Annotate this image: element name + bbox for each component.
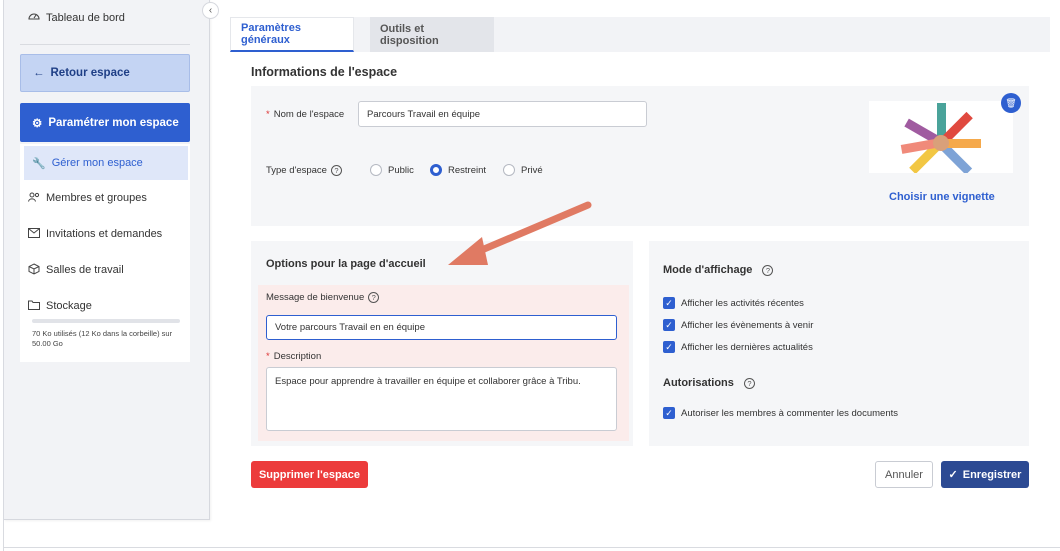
help-icon[interactable]: ? xyxy=(368,292,380,303)
annotation-arrow xyxy=(448,201,592,265)
permissions-title: Autorisations ? xyxy=(663,377,755,389)
space-thumbnail[interactable] xyxy=(869,101,1013,175)
space-info-title: Informations de l'espace xyxy=(251,65,398,79)
space-name-input[interactable]: Parcours Travail en équipe xyxy=(358,101,647,127)
checkbox-checked: ✓ xyxy=(663,319,675,331)
radio-public[interactable]: Public xyxy=(370,164,414,176)
check-icon: ✓ xyxy=(948,469,958,481)
display-mode-title: Mode d'affichage ? xyxy=(663,264,774,276)
radio-private[interactable]: Privé xyxy=(503,164,543,176)
sidebar-item-invitations[interactable]: Invitations et demandes xyxy=(20,217,190,251)
space-name-label: * Nom de l'espace xyxy=(266,109,345,120)
radio-circle-selected xyxy=(430,164,442,176)
trash-icon: 🗑 xyxy=(1005,97,1017,108)
delete-space-button[interactable]: Supprimer l'espace xyxy=(251,461,368,488)
option-latest-news[interactable]: ✓ Afficher les dernières actualités xyxy=(663,341,813,353)
dashboard-label: Tableau de bord xyxy=(46,11,125,24)
cube-icon xyxy=(28,262,40,278)
sidebar-item-label: Gérer mon espace xyxy=(51,157,143,169)
space-type-label: Type d'espace ? xyxy=(266,165,342,176)
sidebar-item-label: Stockage xyxy=(46,300,92,312)
welcome-message-input[interactable]: Votre parcours Travail en en équipe xyxy=(266,315,617,340)
sidebar-divider xyxy=(20,44,190,45)
back-button[interactable]: ← Retour espace xyxy=(20,54,190,92)
help-icon[interactable]: ? xyxy=(743,377,755,389)
back-label: Retour espace xyxy=(50,67,130,79)
dashboard-link[interactable]: Tableau de bord xyxy=(28,10,125,25)
checkbox-checked: ✓ xyxy=(663,297,675,309)
option-allow-comments[interactable]: ✓ Autoriser les membres à commenter les d… xyxy=(663,407,898,419)
checkbox-checked: ✓ xyxy=(663,407,675,419)
cancel-button[interactable]: Annuler xyxy=(875,461,933,488)
sidebar-item-rooms[interactable]: Salles de travail xyxy=(20,253,190,287)
choose-thumbnail-link[interactable]: Choisir une vignette xyxy=(889,191,995,203)
users-icon xyxy=(28,192,40,205)
checkbox-checked: ✓ xyxy=(663,341,675,353)
bottom-border xyxy=(3,547,1060,548)
configure-space-button[interactable]: ⚙ Paramétrer mon espace xyxy=(20,103,190,142)
hands-illustration xyxy=(900,103,981,175)
radio-restricted[interactable]: Restreint xyxy=(430,164,486,176)
storage-progress xyxy=(32,319,180,323)
configure-label: Paramétrer mon espace xyxy=(48,116,179,129)
option-recent-activities[interactable]: ✓ Afficher les activités récentes xyxy=(663,297,804,309)
sidebar-item-label: Salles de travail xyxy=(46,264,124,276)
sidebar-item-storage[interactable]: Stockage xyxy=(20,289,190,323)
storage-usage-text: 70 Ko utilisés (12 Ko dans la corbeille)… xyxy=(32,329,173,348)
dashboard-icon xyxy=(28,10,40,25)
wrench-icon: 🔧 xyxy=(32,157,46,170)
gear-icon: ⚙ xyxy=(32,117,43,130)
save-button[interactable]: ✓ Enregistrer xyxy=(941,461,1029,488)
delete-thumbnail-button[interactable]: 🗑 xyxy=(1001,93,1021,113)
help-icon[interactable]: ? xyxy=(762,264,774,276)
sidebar-item-members[interactable]: Membres et groupes xyxy=(20,181,190,215)
collapse-sidebar-button[interactable]: ‹ xyxy=(202,2,219,19)
sidebar-item-label: Invitations et demandes xyxy=(46,228,163,240)
radio-circle xyxy=(370,164,382,176)
option-upcoming-events[interactable]: ✓ Afficher les évènements à venir xyxy=(663,319,813,331)
tab-tools-layout[interactable]: Outils et disposition xyxy=(370,17,494,52)
help-icon[interactable]: ? xyxy=(330,165,342,176)
sidebar-item-manage[interactable]: 🔧 Gérer mon espace xyxy=(24,146,188,180)
sidebar-item-label: Membres et groupes xyxy=(46,192,147,204)
chevron-left-icon: ‹ xyxy=(208,5,213,16)
tab-general-settings[interactable]: Paramètres généraux xyxy=(230,17,354,52)
radio-circle xyxy=(503,164,515,176)
description-textarea[interactable]: Espace pour apprendre à travailler en éq… xyxy=(266,367,617,431)
welcome-label: Message de bienvenue ? xyxy=(266,292,380,303)
home-options-title: Options pour la page d'accueil xyxy=(266,258,426,270)
mail-icon xyxy=(28,227,40,241)
arrow-left-icon: ← xyxy=(33,67,45,79)
description-label: * Description xyxy=(266,351,322,362)
folder-icon xyxy=(28,300,40,313)
